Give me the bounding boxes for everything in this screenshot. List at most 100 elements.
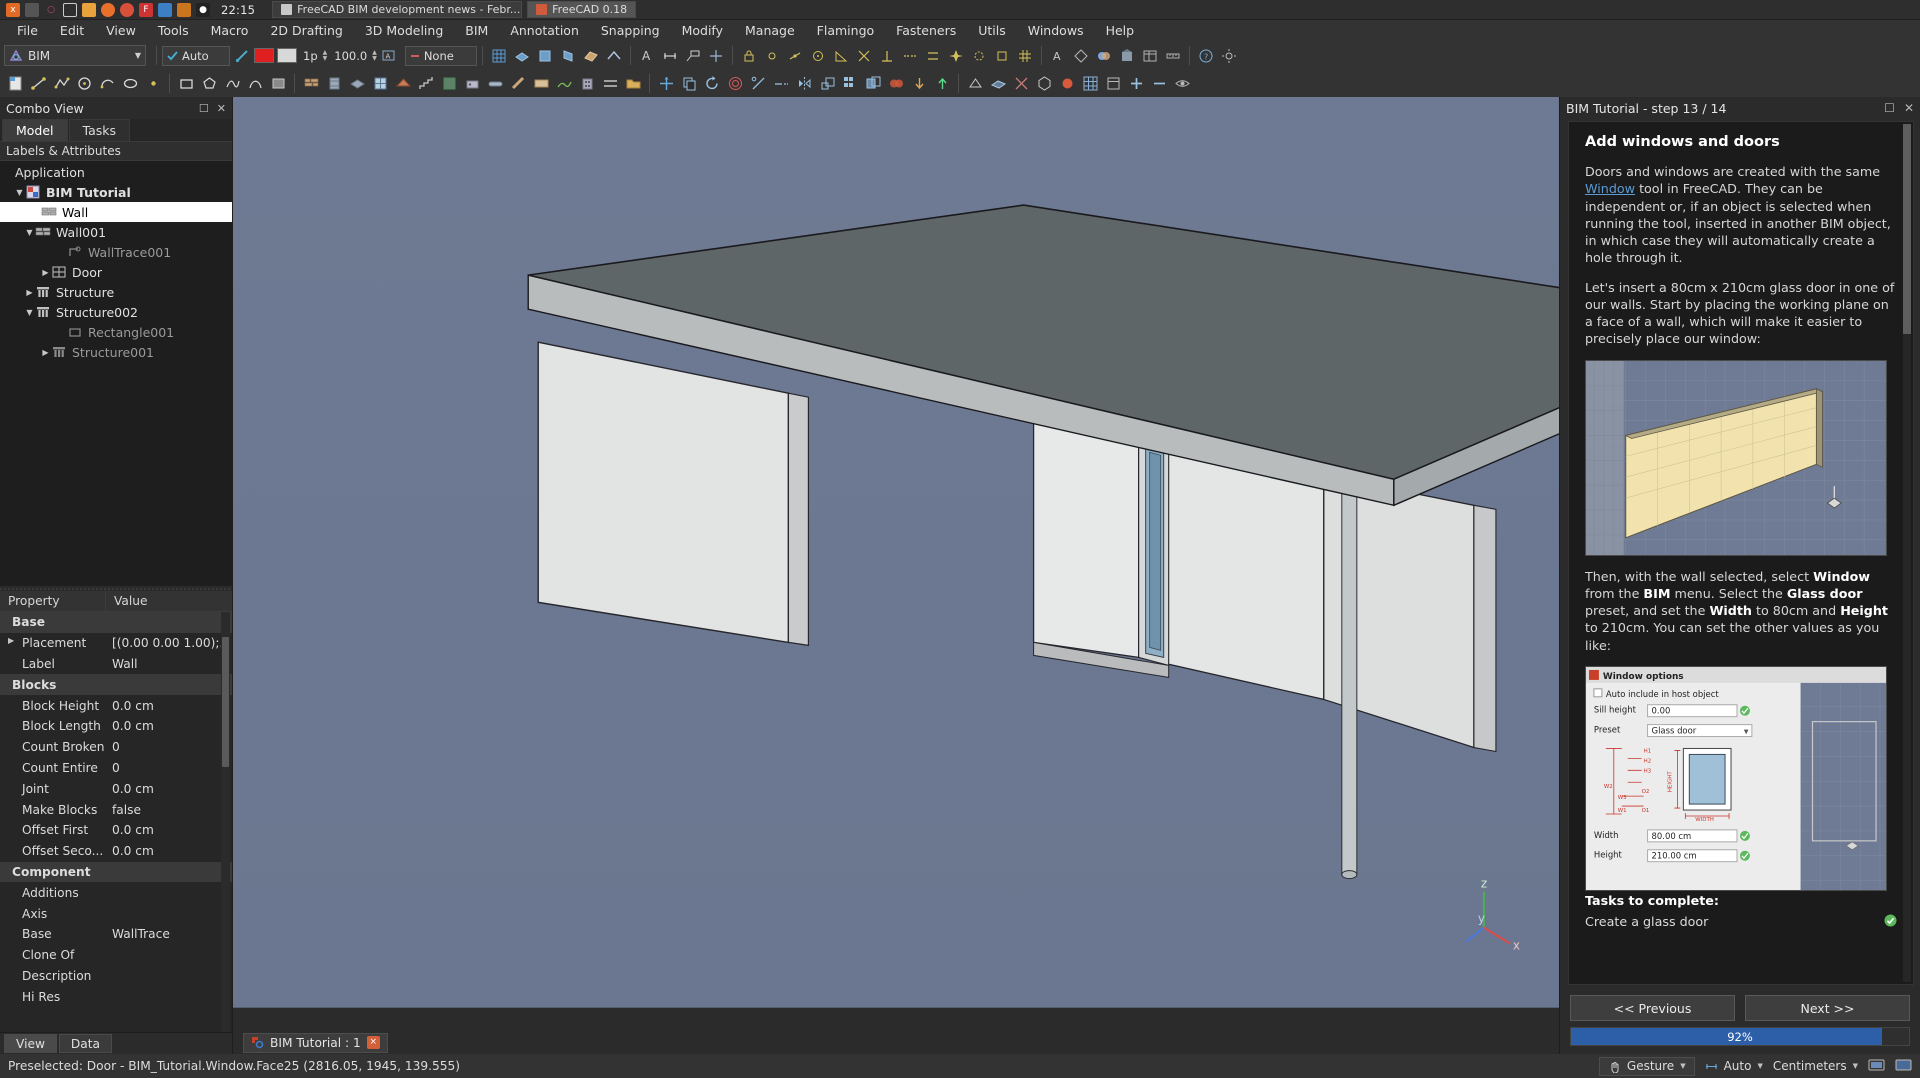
menu-item-modify[interactable]: Modify (671, 20, 734, 42)
tux-icon[interactable]: ● (196, 3, 210, 17)
property-row-hi-res[interactable]: Hi Res (0, 986, 232, 1007)
tree-item-walltrace001[interactable]: WallTrace001 (0, 242, 232, 262)
property-row-offset-second[interactable]: Offset Seco...0.0 cm (0, 841, 232, 862)
snap-lock-button[interactable] (738, 45, 760, 67)
tab-model[interactable]: Model (2, 119, 68, 141)
property-scrollbar[interactable] (221, 612, 230, 1032)
level-tool-button[interactable] (599, 72, 621, 94)
tree-item-bim-tutorial[interactable]: ▼ BIM Tutorial (0, 182, 232, 202)
tab-view[interactable]: View (4, 1034, 57, 1053)
offset-tool-button[interactable] (724, 72, 746, 94)
text-style-button[interactable]: A (378, 45, 400, 67)
scrollbar-thumb[interactable] (1903, 124, 1911, 334)
menu-item-3d-modeling[interactable]: 3D Modeling (354, 20, 454, 42)
stairs-tool-button[interactable] (415, 72, 437, 94)
text-annotation-button[interactable]: A (1047, 45, 1069, 67)
panel-tool-button[interactable] (530, 72, 552, 94)
frame-tool-button[interactable] (507, 72, 529, 94)
menu-item-macro[interactable]: Macro (200, 20, 260, 42)
polyline-tool-button[interactable] (50, 72, 72, 94)
ifc-button[interactable] (1116, 45, 1138, 67)
dimension-auto-indicator[interactable]: Auto ▼ (1705, 1059, 1763, 1073)
add-button[interactable] (1125, 72, 1147, 94)
window-link[interactable]: Window (1585, 181, 1635, 196)
navigation-style-selector[interactable]: Gesture ▼ (1599, 1057, 1695, 1076)
grid-toggle-button[interactable] (1079, 72, 1101, 94)
model-tree[interactable]: Application ▼ BIM Tutorial Wall (0, 161, 232, 586)
snap-perpendicular-button[interactable] (876, 45, 898, 67)
menu-item-tools[interactable]: Tools (147, 20, 200, 42)
chevron-right-icon[interactable]: ▶ (40, 348, 51, 357)
toggle-grid-button[interactable] (488, 45, 510, 67)
chevron-right-icon[interactable]: ▶ (40, 268, 51, 277)
toggle-display-button[interactable] (1171, 72, 1193, 94)
3d-viewport[interactable]: z x y (233, 97, 1559, 1031)
slab-tool-button[interactable] (346, 72, 368, 94)
menu-item-manage[interactable]: Manage (734, 20, 806, 42)
snap-ortho-button[interactable] (991, 45, 1013, 67)
float-icon[interactable]: ☐ (199, 102, 209, 115)
extend-tool-button[interactable] (770, 72, 792, 94)
menu-item-windows[interactable]: Windows (1017, 20, 1095, 42)
menu-item-snapping[interactable]: Snapping (590, 20, 671, 42)
property-row-count-broken[interactable]: Count Broken0 (0, 737, 232, 758)
property-row-block-height[interactable]: Block Height0.0 cm (0, 695, 232, 716)
property-row-placement[interactable]: ▶Placement[(0.00 0.00 1.00);... (0, 633, 232, 654)
menu-item-fasteners[interactable]: Fasteners (885, 20, 967, 42)
tree-item-door[interactable]: ▶ Door (0, 262, 232, 282)
new-document-button[interactable] (4, 72, 26, 94)
line-width-stepper[interactable]: ▲▼ (323, 50, 328, 62)
snap-extension-button[interactable] (899, 45, 921, 67)
chevron-right-icon[interactable]: ▶ (8, 636, 14, 645)
property-row-make-blocks[interactable]: Make Blocksfalse (0, 799, 232, 820)
property-row-count-entire[interactable]: Count Entire0 (0, 758, 232, 779)
taskbar-button-freecad[interactable]: FreeCAD 0.18 (527, 1, 636, 18)
working-plane-top-button[interactable] (511, 45, 533, 67)
label-tool-button[interactable] (682, 45, 704, 67)
rotate-tool-button[interactable] (701, 72, 723, 94)
schedule-button[interactable] (1139, 45, 1161, 67)
equipment-tool-button[interactable] (461, 72, 483, 94)
building-tool-button[interactable] (576, 72, 598, 94)
roof-tool-button[interactable] (392, 72, 414, 94)
menu-item-edit[interactable]: Edit (49, 20, 95, 42)
upgrade-button[interactable] (931, 72, 953, 94)
property-group-component[interactable]: Component (0, 862, 232, 883)
copy-tool-button[interactable] (678, 72, 700, 94)
tree-item-structure[interactable]: ▶ Structure (0, 282, 232, 302)
snap-grid-button[interactable] (1014, 45, 1036, 67)
app-icon[interactable] (158, 3, 172, 17)
tree-item-structure002[interactable]: ▼ Structure002 (0, 302, 232, 322)
line-color-swatch[interactable] (254, 48, 274, 63)
close-icon[interactable]: ✕ (1904, 101, 1914, 115)
f-icon[interactable]: F (139, 3, 153, 17)
menu-item-flamingo[interactable]: Flamingo (806, 20, 885, 42)
chevron-down-icon[interactable]: ▼ (24, 308, 35, 317)
mirror-tool-button[interactable] (793, 72, 815, 94)
snap-near-button[interactable] (968, 45, 990, 67)
xterm-icon[interactable]: x (6, 3, 20, 17)
ellipse-tool-button[interactable] (119, 72, 141, 94)
circle-tool-button[interactable] (73, 72, 95, 94)
tree-item-wall001[interactable]: ▼ Wall001 (0, 222, 232, 242)
group-tool-button[interactable] (622, 72, 644, 94)
clone-tool-button[interactable] (862, 72, 884, 94)
help-button[interactable]: ? (1195, 45, 1217, 67)
fullscreen-icon[interactable] (1895, 1058, 1912, 1075)
shape2dview-button[interactable] (964, 72, 986, 94)
close-icon[interactable]: × (367, 1036, 380, 1049)
property-row-axis[interactable]: Axis (0, 903, 232, 924)
window-tool-button[interactable] (369, 72, 391, 94)
tutorial-scrollbar[interactable] (1903, 124, 1911, 982)
property-row-base[interactable]: BaseWallTrace (0, 924, 232, 945)
survey-button[interactable] (1162, 45, 1184, 67)
menu-item-file[interactable]: File (6, 20, 49, 42)
chevron-down-icon[interactable]: ▼ (24, 228, 35, 237)
array-tool-button[interactable] (839, 72, 861, 94)
apply-style-button[interactable] (231, 45, 253, 67)
tab-data[interactable]: Data (59, 1034, 112, 1053)
document-tab-bim-tutorial[interactable]: BIM Tutorial : 1 × (243, 1033, 388, 1053)
taskbar-button-browser[interactable]: FreeCAD BIM development news - Febr... (272, 1, 522, 18)
dimension-tool-button[interactable] (659, 45, 681, 67)
chevron-right-icon[interactable]: ▶ (24, 288, 35, 297)
